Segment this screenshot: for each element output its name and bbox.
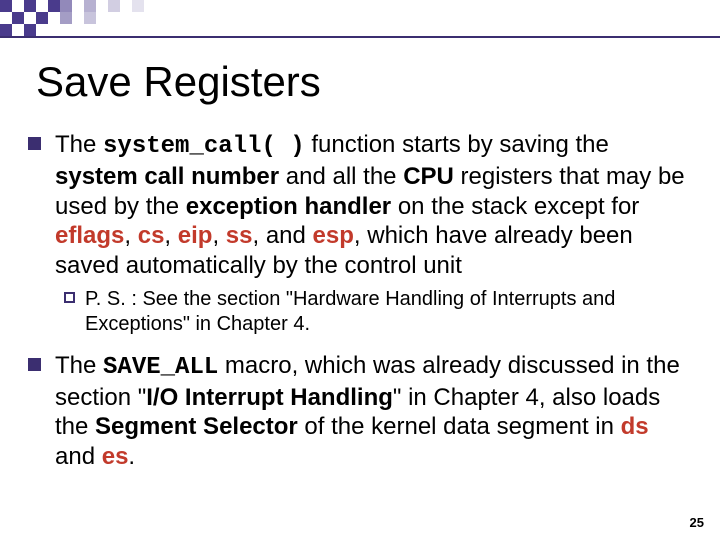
square-bullet-icon — [28, 358, 41, 371]
code-system-call: system_call( ) — [103, 133, 305, 160]
square-bullet-icon — [28, 137, 41, 150]
bullet-2-text: The SAVE_ALL macro, which was already di… — [55, 351, 692, 472]
decorative-header — [0, 0, 720, 44]
bullet-1-text: The system_call( ) function starts by sa… — [55, 130, 692, 281]
sub-bullet-1-text: P. S. : See the section "Hardware Handli… — [85, 287, 692, 337]
slide-title: Save Registers — [36, 58, 321, 106]
sub-bullet-1: P. S. : See the section "Hardware Handli… — [64, 287, 692, 337]
code-save-all: SAVE_ALL — [103, 354, 218, 381]
slide-number: 25 — [690, 515, 704, 530]
hollow-square-bullet-icon — [64, 292, 75, 303]
bullet-1: The system_call( ) function starts by sa… — [28, 130, 692, 281]
bullet-2: The SAVE_ALL macro, which was already di… — [28, 351, 692, 472]
slide-body: The system_call( ) function starts by sa… — [28, 130, 692, 478]
